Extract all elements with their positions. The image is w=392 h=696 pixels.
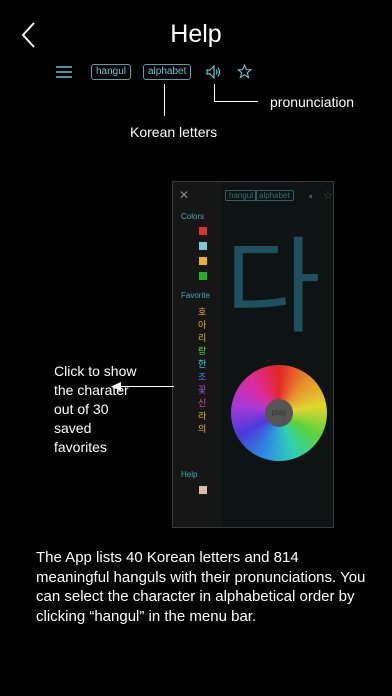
favorite-char[interactable]: 리 [198,332,206,345]
panel-alphabet-tag: alphabet [255,190,294,201]
favorite-char[interactable]: 조 [198,371,206,384]
favorites-arrow [118,386,174,387]
favorite-list: 호아리랑한조꽃신라의 [198,306,206,436]
pronunciation-pointer [214,84,215,102]
color-wheel: play [231,365,327,461]
favorites-annotation: Click to show the charater out of 30 sav… [54,363,137,455]
pronunciation-annotation: pronunciation [270,94,355,110]
help-swatch [199,486,207,494]
favorite-char[interactable]: 라 [198,410,206,423]
color-swatch-yellow [199,257,207,265]
panel-star-icon: ☆ [323,190,333,202]
menu-icon [56,66,72,78]
star-icon [237,64,252,79]
page-title: Help [170,20,222,48]
favorite-char[interactable]: 한 [198,358,206,371]
panel-speaker-icon: 🔈︎ [309,191,315,201]
app-screenshot-panel: 다 hangul alphabet 🔈︎ ☆ ◦ play ✕ Colors F… [172,181,334,528]
large-hangul-character: 다 [225,226,321,348]
alphabet-tag: alphabet [143,64,192,80]
panel-hangul-tag: hangul [225,190,258,201]
speaker-icon [206,65,221,79]
favorite-char[interactable]: 꽃 [198,384,206,397]
close-icon: ✕ [179,188,190,202]
favorite-char[interactable]: 신 [198,397,206,410]
help-description: The App lists 40 Korean letters and 814 … [36,549,366,625]
favorite-char[interactable]: 의 [198,423,206,436]
korean-letters-annotation: Korean letters [130,124,218,140]
panel-dot-marker: ◦ [267,356,270,365]
pronunciation-pointer-h [214,101,258,102]
favorite-char[interactable]: 호 [198,306,206,319]
favorite-char[interactable]: 아 [198,319,206,332]
color-swatch-red [199,227,207,235]
play-button: play [265,399,293,427]
color-swatch-blue [199,242,207,250]
help-heading: Help [181,470,198,479]
favorite-char[interactable]: 랑 [198,345,206,358]
side-menu: ✕ Colors Favorite 호아리랑한조꽃신라의 Help [173,182,221,527]
arrow-left-icon [111,382,121,391]
colors-heading: Colors [181,212,205,221]
favorite-heading: Favorite [181,291,210,300]
hangul-tag: hangul [91,64,132,80]
korean-letters-pointer [164,84,165,116]
color-swatch-green [199,272,207,280]
